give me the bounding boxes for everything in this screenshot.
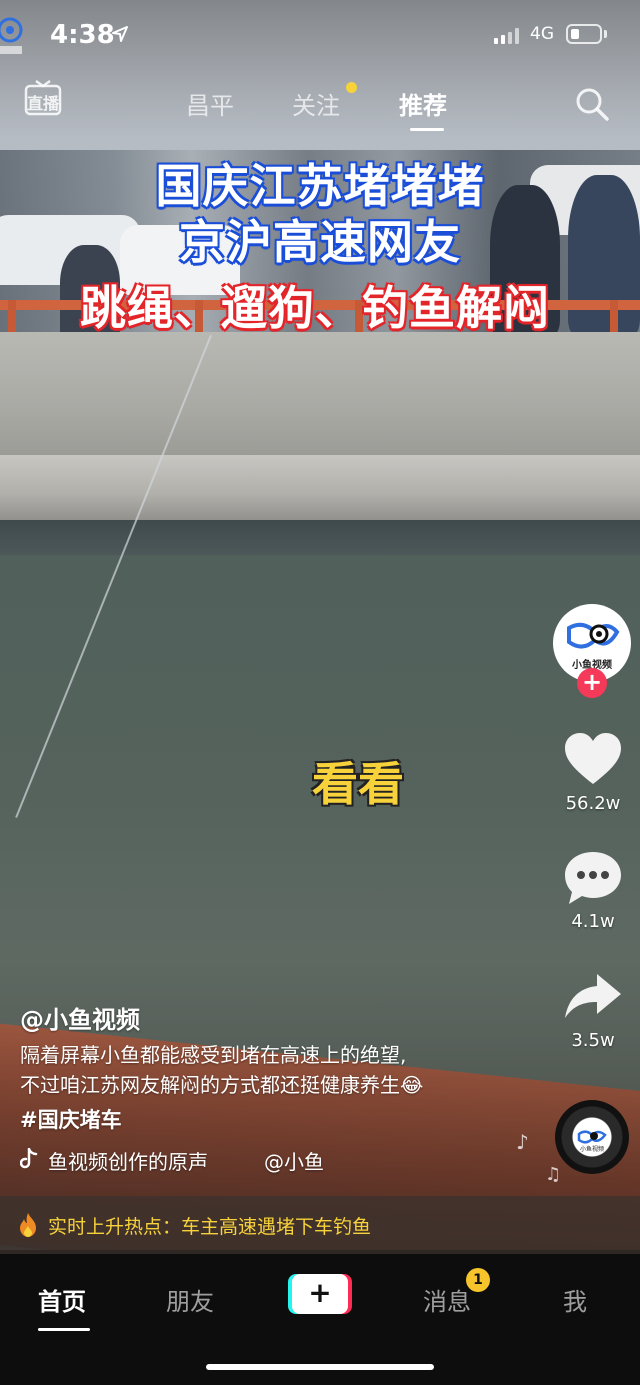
tab-messages[interactable]: 消息 <box>423 1282 471 1317</box>
music-note-icon: ♫ <box>545 1164 562 1185</box>
top-tab-following[interactable]: 关注 <box>292 86 340 121</box>
network-type: 4G <box>530 24 554 44</box>
status-time: 4:38 <box>50 20 115 50</box>
live-button[interactable]: 直播 <box>24 79 62 116</box>
tab-friends[interactable]: 朋友 <box>166 1282 214 1317</box>
signal-strength-icon <box>494 28 520 44</box>
music-author[interactable]: @小鱼 <box>264 1146 324 1175</box>
location-arrow-icon <box>112 26 128 42</box>
create-plus-icon: + <box>292 1274 348 1314</box>
battery-tip <box>604 30 607 38</box>
video-title-line3: 跳绳、遛狗、钓鱼解闷 <box>80 281 550 335</box>
author-name[interactable]: @小鱼视频 <box>20 1000 140 1035</box>
music-disc[interactable]: 小鱼视频 <box>555 1100 629 1174</box>
comment-bubble-icon[interactable] <box>563 850 623 906</box>
video-bridge-deck <box>0 455 640 525</box>
video-overlay-text: 看看 <box>312 757 404 811</box>
search-icon[interactable] <box>574 86 610 122</box>
fish-logo-icon <box>0 17 23 54</box>
share-count: 3.5w <box>571 1030 615 1051</box>
following-new-dot <box>346 82 357 93</box>
like-heart-icon[interactable] <box>563 732 623 786</box>
top-tab-recommend[interactable]: 推荐 <box>399 86 447 121</box>
caption-line1: 隔着屏幕小鱼都能感受到堵在高速上的绝望, <box>20 1043 407 1067</box>
follow-button[interactable]: + <box>577 668 607 698</box>
status-bar: 4:38 4G <box>0 0 640 70</box>
video-bridge-parapet <box>0 332 640 462</box>
fish-logo-icon <box>577 1130 607 1144</box>
tab-active-indicator <box>38 1328 90 1331</box>
tab-home[interactable]: 首页 <box>38 1282 86 1317</box>
live-label: 直播 <box>26 94 59 113</box>
watermark-logo <box>0 16 40 60</box>
fire-icon <box>20 1213 36 1237</box>
battery-icon <box>566 24 602 44</box>
trending-banner[interactable]: 实时上升热点：车主高速遇堵下车钓鱼 <box>0 1196 640 1254</box>
home-indicator[interactable] <box>206 1364 434 1370</box>
tab-me[interactable]: 我 <box>563 1282 587 1317</box>
top-tab-active-indicator <box>410 128 444 131</box>
hashtag-link[interactable]: #国庆堵车 <box>20 1104 122 1134</box>
music-title[interactable]: 鱼视频创作的原声 <box>48 1146 208 1175</box>
top-tab-local[interactable]: 昌平 <box>186 86 234 121</box>
messages-badge: 1 <box>466 1268 490 1292</box>
share-arrow-icon[interactable] <box>563 972 623 1020</box>
caption-line2: 不过咱江苏网友解闷的方式都还挺健康养生😂 <box>20 1073 424 1097</box>
video-bridge-underside <box>0 520 640 560</box>
trending-text: 实时上升热点：车主高速遇堵下车钓鱼 <box>48 1216 372 1238</box>
like-count: 56.2w <box>565 793 621 814</box>
music-note-icon: ♪ <box>516 1130 529 1154</box>
video-title-line2: 京沪高速网友 <box>179 215 461 269</box>
comment-count: 4.1w <box>571 911 615 932</box>
create-button[interactable]: + <box>288 1274 352 1314</box>
tiktok-note-icon <box>20 1148 38 1169</box>
disc-label: 小鱼视频 <box>579 1146 604 1153</box>
